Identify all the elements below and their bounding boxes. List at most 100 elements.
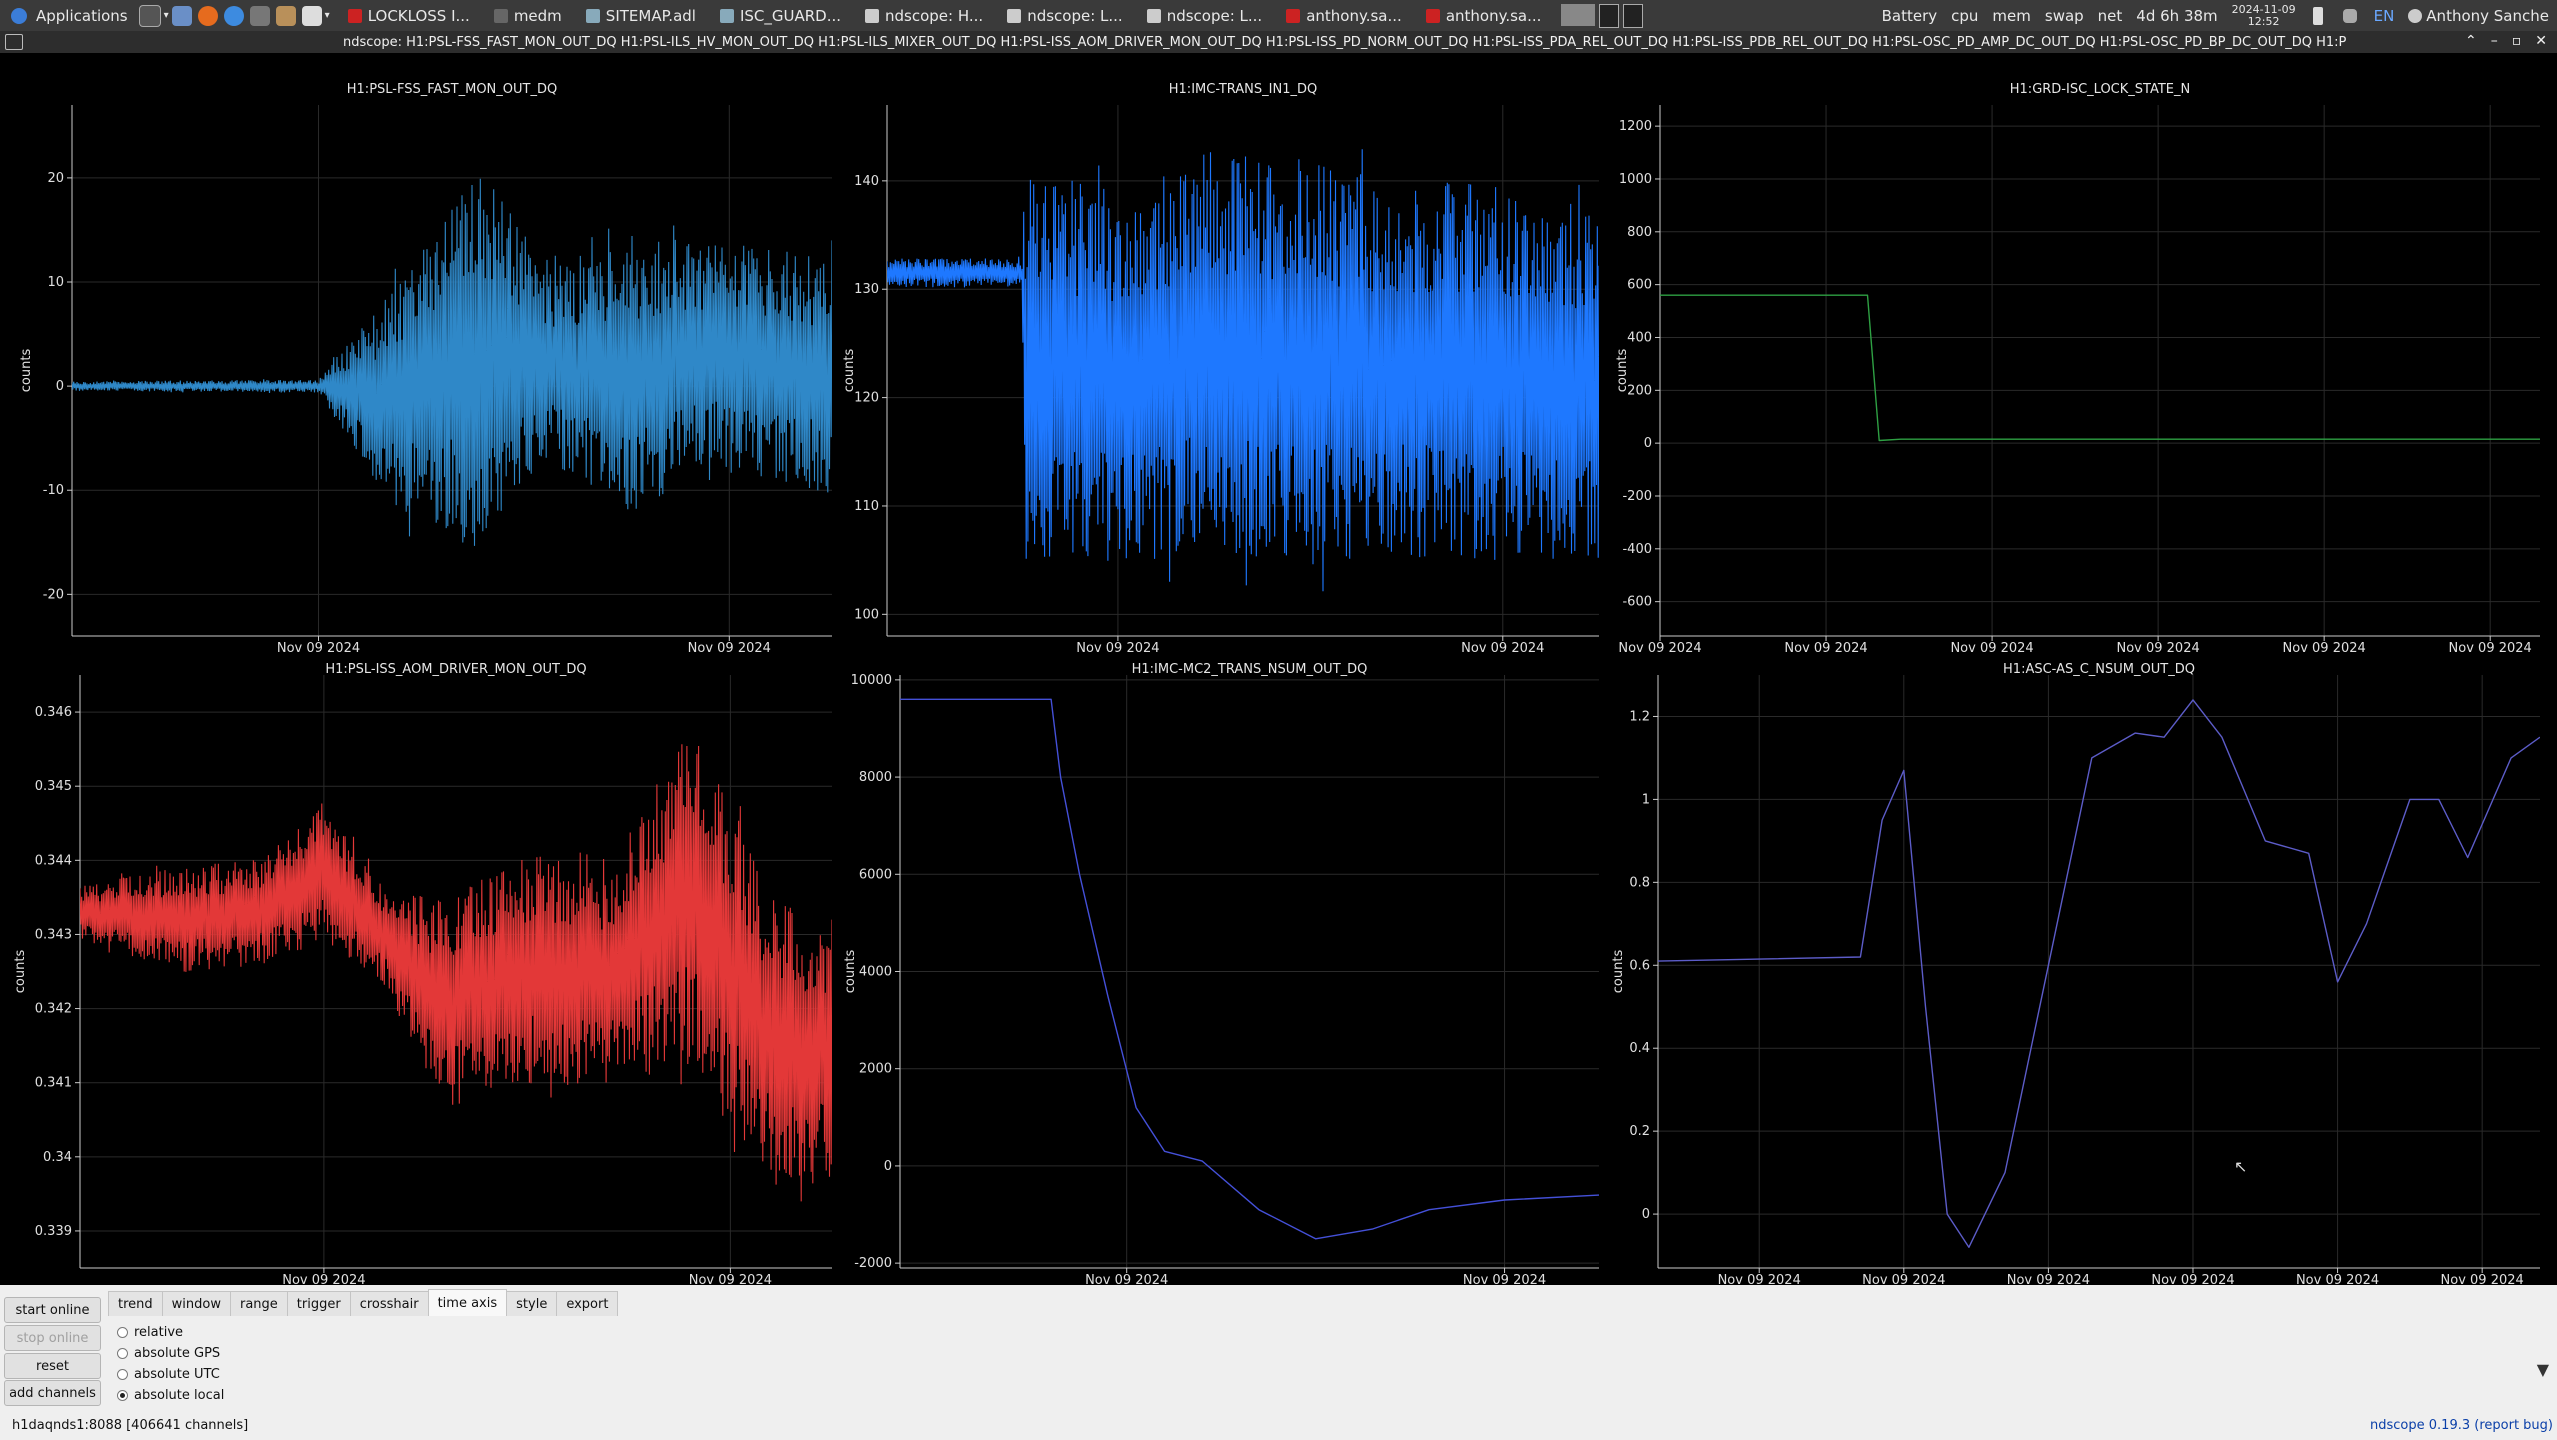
taskbar-item[interactable]: LOCKLOSS I... [338, 2, 480, 29]
task-app-icon [493, 8, 508, 23]
radio-button-selected[interactable] [117, 1390, 128, 1401]
y-tick-label: 0.2 [1629, 1124, 1650, 1139]
tab-crosshair[interactable]: crosshair [349, 1291, 429, 1316]
firefox-icon[interactable] [197, 5, 218, 26]
user-name[interactable]: Anthony Sanche [2426, 7, 2549, 25]
plot-imc-trans[interactable]: H1:IMC-TRANS_IN1_DQ 100 110 120 130 140 Nov 09… [836, 53, 1608, 653]
battery-indicator[interactable]: Battery [1882, 7, 1938, 25]
chart-svg[interactable]: H1:IMC-TRANS_IN1_DQ 100 110 120 130 140 Nov 09… [836, 53, 1608, 653]
workspace-3[interactable] [1623, 3, 1644, 28]
task-app-icon [1007, 8, 1022, 23]
chart-svg[interactable]: H1:PSL-FSS_FAST_MON_OUT_DQ -20 -10 0 10 20 Nov… [0, 53, 836, 653]
plot-as-c-nsum[interactable]: H1:ASC-AS_C_NSUM_OUT_DQ 0 0.2 0.4 0.6 0.8 1 1.2… [1608, 653, 2557, 1285]
taskbar-item[interactable]: SITEMAP.adl [576, 2, 706, 29]
launcher-arrow-icon[interactable]: ▾ [164, 10, 169, 21]
clock[interactable]: 2024-11-09 12:52 [2232, 3, 2296, 28]
task-app-icon [1425, 8, 1440, 23]
system-tray: Battery cpu mem swap net 4d 6h 38m 2024-… [1882, 3, 2557, 28]
radio-absolute-utc[interactable]: absolute UTC [117, 1367, 220, 1382]
launcher-arrow-icon[interactable]: ▾ [325, 10, 330, 21]
editor-icon[interactable] [301, 5, 322, 26]
mem-indicator[interactable]: mem [1992, 7, 2030, 25]
tab-range[interactable]: range [229, 1291, 288, 1316]
taskbar-item[interactable]: ndscope: L... [997, 2, 1133, 29]
taskbar-item[interactable]: ndscope: L... [1137, 2, 1273, 29]
taskbar-item[interactable]: ISC_GUARD... [710, 2, 851, 29]
y-tick-label: 0.6 [1629, 958, 1650, 973]
x-tick-label-date: Nov 09 2024 [1862, 1273, 1945, 1285]
workspace-switcher[interactable] [1561, 3, 1644, 28]
plot-grd-lock-state[interactable]: H1:GRD-ISC_LOCK_STATE_N -600 -400 -200 0 200 4… [1608, 53, 2557, 653]
network-icon[interactable] [2342, 8, 2357, 23]
share-icon[interactable] [249, 5, 270, 26]
version-info: ndscope 0.19.3 (report bug) [2370, 1418, 2553, 1433]
chart-title: H1:PSL-FSS_FAST_MON_OUT_DQ [347, 82, 557, 97]
workspace-1[interactable] [1561, 3, 1596, 26]
plot-iss-aom-driver[interactable]: H1:PSL-ISS_AOM_DRIVER_MON_OUT_DQ 0.339 0.3… [0, 653, 836, 1285]
radio-button[interactable] [117, 1369, 128, 1380]
chart-svg[interactable]: H1:IMC-MC2_TRANS_NSUM_OUT_DQ -2000 0 2000 40… [836, 653, 1608, 1285]
taskbar-item[interactable]: anthony.sa... [1416, 2, 1552, 29]
radio-absolute-gps[interactable]: absolute GPS [117, 1346, 220, 1361]
task-label: anthony.sa... [1445, 6, 1542, 25]
plot-fss-fast-mon[interactable]: H1:PSL-FSS_FAST_MON_OUT_DQ -20 -10 0 10 20 Nov… [0, 53, 836, 653]
radio-button[interactable] [117, 1327, 128, 1338]
radio-absolute-local[interactable]: absolute local [117, 1388, 224, 1403]
ndscope-link[interactable]: ndscope [2370, 1418, 2425, 1433]
taskbar-item[interactable]: ndscope: H... [855, 2, 993, 29]
version-link[interactable]: 0.19.3 [2429, 1418, 2470, 1433]
maximize-button[interactable]: ▫ [2512, 33, 2522, 49]
window-titlebar[interactable]: ndscope: H1:PSL-FSS_FAST_MON_OUT_DQ H1:P… [0, 31, 2557, 53]
radio-button[interactable] [117, 1348, 128, 1359]
add-channels-button[interactable]: add channels [4, 1380, 101, 1406]
taskbar-item[interactable]: anthony.sa... [1276, 2, 1412, 29]
minimize-button[interactable]: – [2491, 33, 2498, 49]
task-label: ndscope: L... [1027, 6, 1123, 25]
tools-icon[interactable] [275, 5, 296, 26]
tab-export[interactable]: export [556, 1291, 619, 1316]
task-app-icon [1146, 8, 1161, 23]
battery-icon[interactable] [2312, 6, 2323, 25]
y-axis-label: counts [842, 349, 857, 393]
expand-arrow-icon[interactable]: ▼ [2537, 1360, 2549, 1379]
y-tick-label: -400 [1622, 542, 1652, 557]
cpu-indicator[interactable]: cpu [1951, 7, 1978, 25]
applications-menu[interactable]: Applications [0, 0, 136, 31]
reset-button[interactable]: reset [4, 1353, 101, 1379]
shade-button[interactable]: ⌃ [2465, 33, 2477, 49]
swap-indicator[interactable]: swap [2045, 7, 2084, 25]
y-tick-label: 0.346 [35, 705, 72, 720]
y-tick-label: 0.34 [43, 1150, 72, 1165]
tab-style[interactable]: style [506, 1291, 558, 1316]
tab-trend[interactable]: trend [108, 1291, 163, 1316]
terminal-icon[interactable] [138, 4, 161, 27]
chart-svg[interactable]: H1:ASC-AS_C_NSUM_OUT_DQ 0 0.2 0.4 0.6 0.8 1 1.2… [1608, 653, 2557, 1285]
user-icon[interactable] [2408, 8, 2423, 23]
taskbar-item[interactable]: medm [484, 2, 572, 29]
y-tick-label: 2000 [859, 1062, 892, 1077]
clock-time: 12:52 [2247, 14, 2280, 28]
chart-title: H1:IMC-TRANS_IN1_DQ [1169, 82, 1317, 97]
plot-mc2-trans-nsum[interactable]: H1:IMC-MC2_TRANS_NSUM_OUT_DQ -2000 0 2000 40… [836, 653, 1608, 1285]
close-button[interactable]: ✕ [2535, 33, 2547, 49]
y-tick-label: 0.345 [35, 779, 72, 794]
x-tick-label-date: Nov 09 2024 [2441, 1273, 2524, 1285]
tab-time-axis[interactable]: time axis [427, 1289, 508, 1316]
x-tick-label-date: Nov 09 2024 [1461, 641, 1544, 653]
series-trace [72, 178, 832, 546]
workspace-2[interactable] [1599, 3, 1620, 28]
chart-svg[interactable]: H1:GRD-ISC_LOCK_STATE_N -600 -400 -200 0 200 4… [1608, 53, 2557, 653]
language-indicator[interactable]: EN [2374, 7, 2395, 25]
start-online-button[interactable]: start online [4, 1297, 101, 1323]
x-tick-label-date: Nov 09 2024 [2116, 641, 2199, 653]
folder-icon[interactable] [171, 5, 192, 26]
report-bug-link[interactable]: (report bug) [2474, 1418, 2553, 1433]
browser-icon[interactable] [223, 5, 244, 26]
chart-svg[interactable]: H1:PSL-ISS_AOM_DRIVER_MON_OUT_DQ 0.339 0.3… [0, 653, 836, 1285]
window-menu-icon[interactable] [5, 34, 23, 50]
tab-window[interactable]: window [161, 1291, 231, 1316]
radio-relative[interactable]: relative [117, 1325, 183, 1340]
y-tick-label: 0.4 [1629, 1041, 1650, 1056]
tab-trigger[interactable]: trigger [286, 1291, 351, 1316]
net-indicator[interactable]: net [2098, 7, 2123, 25]
